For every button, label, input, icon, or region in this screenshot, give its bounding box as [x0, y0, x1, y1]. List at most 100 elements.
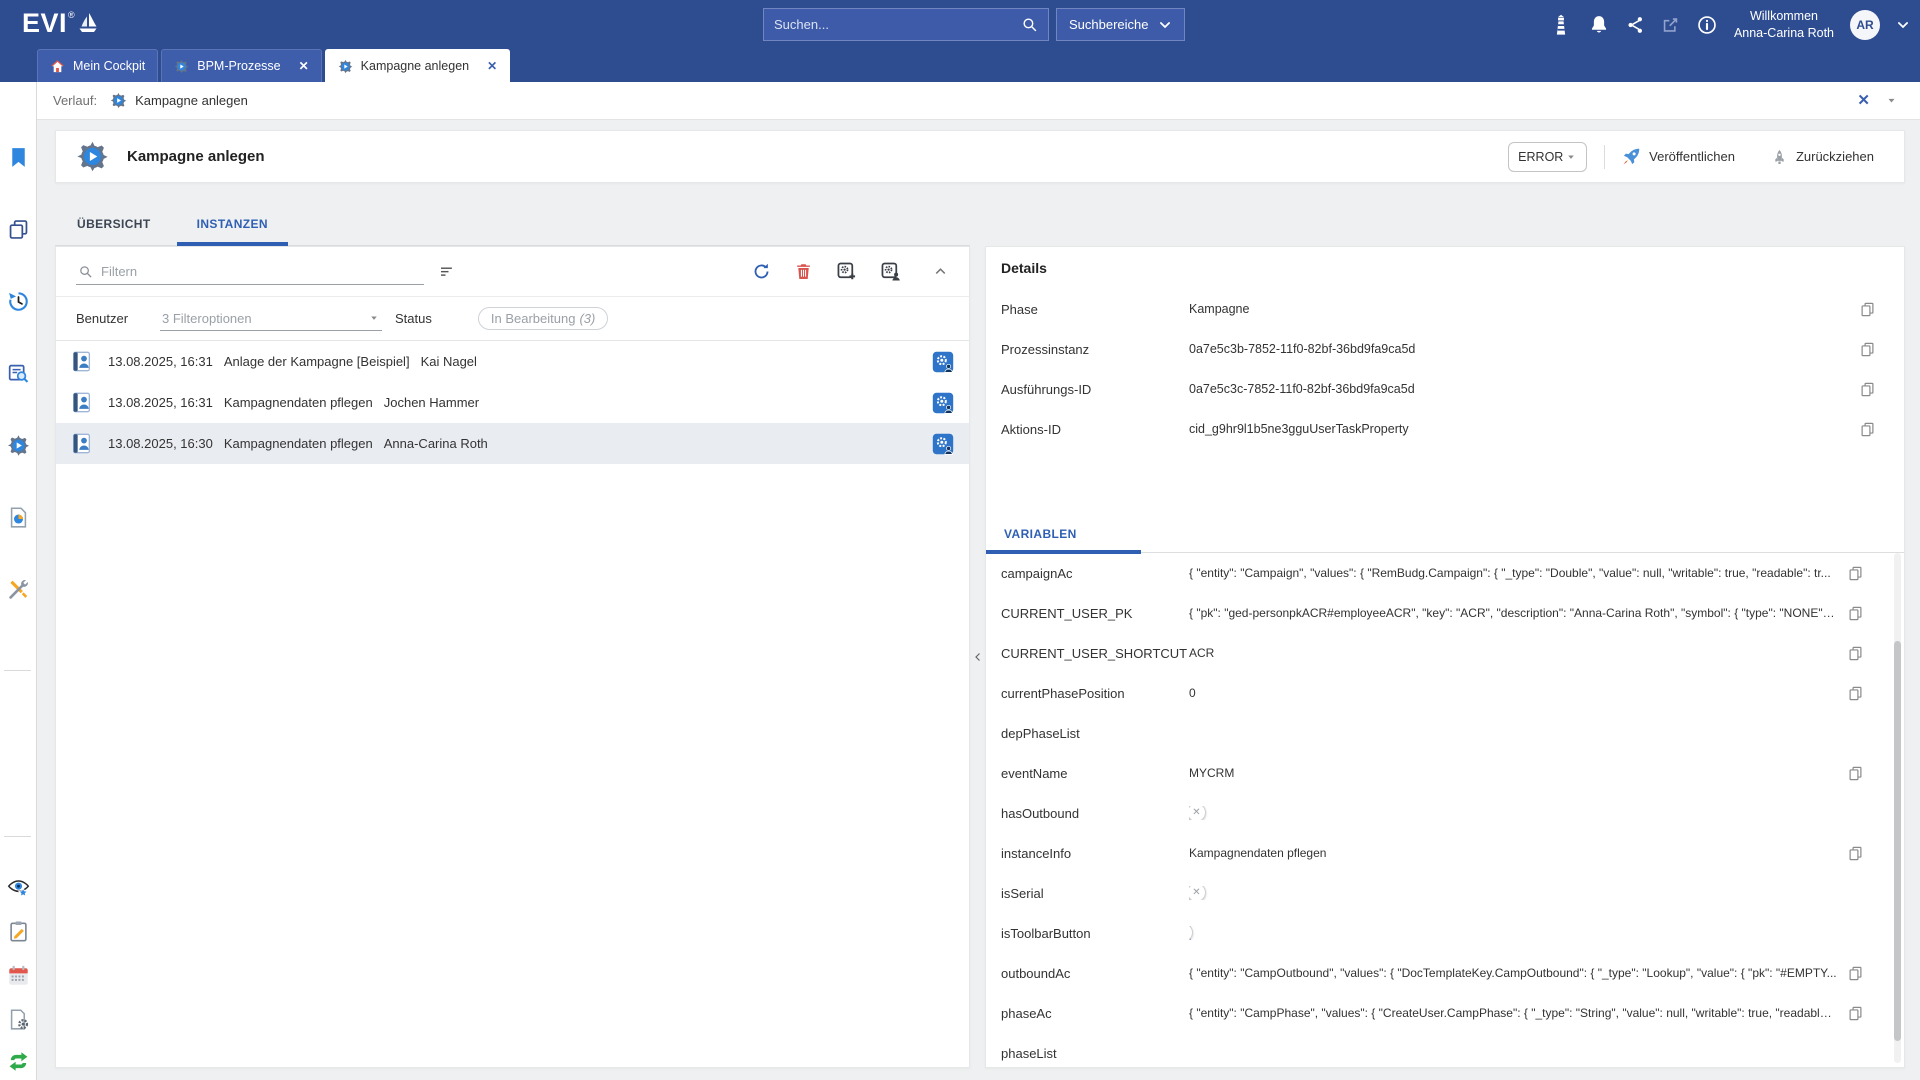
welcome-line: Willkommen — [1734, 8, 1834, 24]
detail-row: Phase Kampagne — [986, 289, 1904, 329]
copy-icon[interactable] — [1847, 565, 1864, 582]
copy-icon[interactable] — [1847, 1005, 1864, 1022]
variable-row: CURRENT_USER_SHORTCUT ACR — [986, 633, 1904, 673]
user-menu-chevron-icon[interactable] — [1896, 18, 1910, 32]
sailboat-icon — [76, 8, 100, 41]
variable-row: CURRENT_USER_PK { "pk": "ged-personpkACR… — [986, 593, 1904, 633]
toggle-off[interactable]: ✕ — [1189, 806, 1191, 820]
details-title: Details — [1001, 260, 1047, 276]
variable-value: MYCRM — [1189, 766, 1837, 780]
filter-options-select[interactable]: 3 Filteroptionen — [160, 307, 382, 331]
share-icon[interactable] — [1626, 14, 1645, 36]
calendar-icon[interactable] — [7, 964, 30, 987]
history-dropdown-caret-icon[interactable] — [1885, 94, 1898, 107]
instance-row-selected[interactable]: 13.08.2025, 16:30 Kampagnendaten pflegen… — [56, 423, 969, 464]
top-bar: EVI ® Suchbereiche Willkommen Anna-Carin… — [0, 0, 1920, 49]
variable-value-toggle: ✕ — [1189, 886, 1837, 900]
instance-row[interactable]: 13.08.2025, 16:31 Kampagnendaten pflegen… — [56, 382, 969, 423]
history-icon[interactable] — [7, 290, 30, 313]
variable-value: { "entity": "Campaign", "values": { "Rem… — [1189, 566, 1837, 580]
withdraw-button[interactable]: Zurückziehen — [1771, 148, 1874, 165]
bookmark-icon[interactable] — [7, 146, 30, 169]
variable-name: outboundAc — [986, 966, 1189, 981]
tools-icon[interactable] — [7, 578, 30, 601]
sync-icon[interactable] — [7, 1050, 30, 1073]
sort-icon[interactable] — [438, 263, 456, 281]
tab-close-icon[interactable]: ✕ — [299, 60, 309, 72]
copy-icon[interactable] — [1859, 301, 1876, 318]
lighthouse-icon[interactable] — [1550, 14, 1572, 36]
search-scope-button[interactable]: Suchbereiche — [1056, 8, 1185, 41]
avatar[interactable]: AR — [1850, 10, 1880, 40]
toggle-off[interactable]: ✕ — [1189, 886, 1191, 900]
assign-task-icon[interactable] — [931, 391, 955, 415]
variable-row: instanceInfo Kampagnendaten pflegen — [986, 833, 1904, 873]
details-panel: Details Phase Kampagne Prozessinstanz 0a… — [985, 246, 1905, 1068]
process-gear-play-icon[interactable] — [7, 434, 30, 457]
toggle-on[interactable]: ✓ — [1189, 926, 1191, 940]
instance-gear-add-icon[interactable] — [836, 261, 857, 282]
scrollbar-thumb[interactable] — [1894, 641, 1901, 1041]
status-chip[interactable]: In Bearbeitung (3) — [478, 307, 608, 330]
status-select[interactable]: ERROR — [1508, 142, 1587, 172]
tab-close-icon[interactable]: ✕ — [487, 60, 497, 72]
tab-variablen[interactable]: VARIABLEN — [1004, 527, 1077, 541]
instance-timestamp: 13.08.2025, 16:30 — [108, 436, 213, 451]
clear-history-icon[interactable]: ✕ — [1857, 93, 1870, 108]
instance-user: Kai Nagel — [421, 354, 477, 369]
tab-kampagne-anlegen[interactable]: Kampagne anlegen ✕ — [325, 49, 511, 82]
detail-label: Aktions-ID — [986, 422, 1189, 437]
tab-bpm-prozesse[interactable]: BPM-Prozesse ✕ — [161, 49, 321, 82]
assign-task-icon[interactable] — [931, 432, 955, 456]
watch-eye-star-icon[interactable] — [7, 876, 30, 899]
filter-input[interactable] — [101, 264, 422, 279]
detail-value: Kampagne — [1189, 302, 1859, 316]
copy-icon[interactable] — [1847, 605, 1864, 622]
publish-button[interactable]: Veröffentlichen — [1622, 147, 1735, 166]
breadcrumb-item[interactable]: Kampagne anlegen — [135, 93, 248, 108]
global-search — [763, 8, 1049, 41]
copy-icon[interactable] — [1847, 645, 1864, 662]
clipboard-edit-icon[interactable] — [7, 920, 30, 943]
copy-icon[interactable] — [1847, 765, 1864, 782]
copy-icon[interactable] — [1847, 965, 1864, 982]
detail-label: Prozessinstanz — [986, 342, 1189, 357]
variable-name: eventName — [986, 766, 1189, 781]
instance-row[interactable]: 13.08.2025, 16:31 Anlage der Kampagne [B… — [56, 341, 969, 382]
assign-task-icon[interactable] — [931, 350, 955, 374]
copy-icon[interactable] — [1847, 845, 1864, 862]
delete-icon[interactable] — [794, 262, 813, 281]
list-search-icon[interactable] — [7, 362, 30, 385]
instance-timestamp: 13.08.2025, 16:31 — [108, 354, 213, 369]
documents-icon[interactable] — [7, 218, 30, 241]
page-title: Kampagne anlegen — [127, 148, 265, 165]
copy-icon[interactable] — [1859, 421, 1876, 438]
variable-name: currentPhasePosition — [986, 686, 1189, 701]
variables-scrollbar — [1894, 553, 1901, 1063]
process-gear-play-icon — [174, 59, 189, 74]
external-link-icon[interactable] — [1661, 14, 1680, 36]
search-input[interactable] — [774, 17, 1021, 32]
instance-user-add-icon[interactable] — [880, 261, 901, 282]
copy-icon[interactable] — [1859, 341, 1876, 358]
tab-instanzen[interactable]: INSTANZEN — [195, 217, 270, 245]
instance-actions — [752, 261, 949, 282]
filter-toolbar — [56, 247, 969, 296]
tab-uebersicht[interactable]: ÜBERSICHT — [75, 217, 153, 245]
variable-value-toggle: ✓ — [1189, 926, 1837, 940]
variable-value: ACR — [1189, 646, 1837, 660]
home-icon — [50, 59, 65, 74]
detail-row: Ausführungs-ID 0a7e5c3c-7852-11f0-82bf-3… — [986, 369, 1904, 409]
document-settings-icon[interactable] — [7, 1008, 30, 1031]
collapse-toolbar-icon[interactable] — [932, 263, 949, 280]
info-icon[interactable] — [1696, 14, 1718, 36]
refresh-icon[interactable] — [752, 262, 771, 281]
report-pie-icon[interactable] — [7, 506, 30, 529]
variable-name: CURRENT_USER_SHORTCUT — [986, 646, 1189, 661]
search-icon[interactable] — [1021, 16, 1038, 33]
copy-icon[interactable] — [1859, 381, 1876, 398]
copy-icon[interactable] — [1847, 685, 1864, 702]
tab-mein-cockpit[interactable]: Mein Cockpit — [37, 49, 158, 82]
bell-icon[interactable] — [1588, 14, 1610, 36]
collapse-details-handle[interactable] — [970, 246, 985, 1068]
